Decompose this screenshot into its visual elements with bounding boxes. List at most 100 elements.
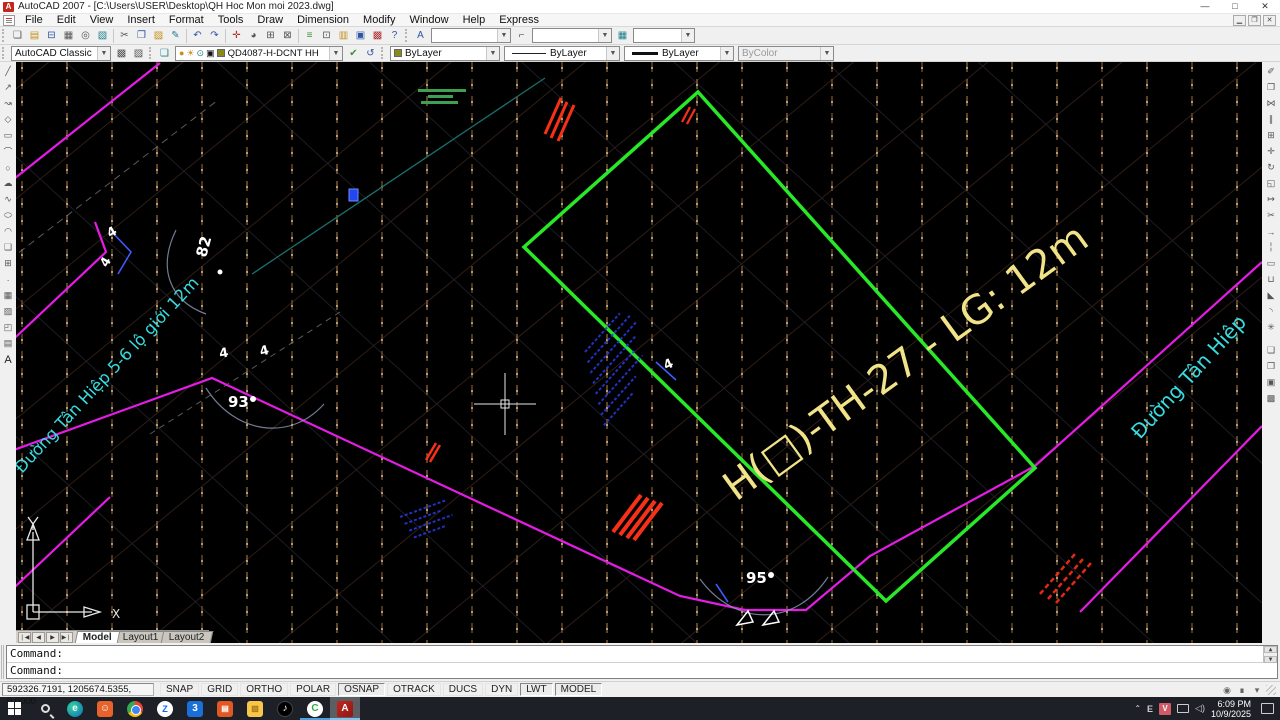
send-to-back-icon[interactable]: ❒ [1264, 359, 1279, 374]
toggle-lwt[interactable]: LWT [520, 683, 552, 696]
child-close-button[interactable]: ✕ [1263, 15, 1276, 26]
command-grip[interactable] [1, 645, 5, 679]
explode-icon[interactable]: ✳ [1264, 320, 1279, 335]
minimize-button[interactable]: — [1190, 0, 1220, 13]
zoom-previous-icon[interactable]: ⊠ [279, 28, 296, 44]
ellipse-arc-icon[interactable]: ◠ [1, 224, 16, 239]
fillet-icon[interactable]: ◝ [1264, 304, 1279, 319]
layer-properties-icon[interactable]: ❏ [156, 45, 173, 61]
text-style-combo[interactable]: ▼ [431, 28, 511, 43]
road-right-label[interactable]: Đường Tân Hiệp [1126, 310, 1251, 443]
tab-first-icon[interactable]: ❘◀ [18, 632, 31, 643]
action-center-icon[interactable] [1261, 703, 1274, 714]
insert-block-icon[interactable]: ❑ [1, 240, 16, 255]
table-style-icon[interactable]: ▦ [614, 28, 631, 44]
taskbar-files[interactable]: ▨ [240, 697, 270, 720]
erase-icon[interactable]: ✐ [1264, 64, 1279, 79]
taskbar-clock[interactable]: 6:09 PM 10/9/2025 [1211, 699, 1251, 719]
join-icon[interactable]: ⊔ [1264, 272, 1279, 287]
array-icon[interactable]: ⊞ [1264, 128, 1279, 143]
status-menu-icon[interactable]: ▾ [1251, 684, 1263, 696]
pan-icon[interactable]: ✛ [228, 28, 245, 44]
zoom-window-icon[interactable]: ⊞ [262, 28, 279, 44]
menu-express[interactable]: Express [492, 14, 546, 27]
match-properties-icon[interactable]: ✎ [167, 28, 184, 44]
bring-above-icon[interactable]: ▣ [1264, 375, 1279, 390]
spline-icon[interactable]: ∿ [1, 192, 16, 207]
child-minimize-button[interactable]: ▁ [1233, 15, 1246, 26]
arc-icon[interactable]: ⌒ [1, 144, 16, 159]
publish-icon[interactable]: ▧ [94, 28, 111, 44]
tray-expand-icon[interactable]: ⌃ [1134, 704, 1141, 713]
polygon-icon[interactable]: ◇ [1, 112, 16, 127]
tab-next-icon[interactable]: ▶ [46, 632, 59, 643]
plot-icon[interactable]: ▦ [60, 28, 77, 44]
scale-icon[interactable]: ◱ [1264, 176, 1279, 191]
help-icon[interactable]: ? [386, 28, 403, 44]
taskbar-edge[interactable]: e [60, 697, 90, 720]
rotate-icon[interactable]: ↻ [1264, 160, 1279, 175]
break-icon[interactable]: ▭ [1264, 256, 1279, 271]
toggle-model[interactable]: MODEL [555, 683, 603, 696]
table-icon[interactable]: ▤ [1, 336, 16, 351]
open-icon[interactable]: ▤ [26, 28, 43, 44]
stretch-icon[interactable]: ↦ [1264, 192, 1279, 207]
move-icon[interactable]: ✛ [1264, 144, 1279, 159]
menu-window[interactable]: Window [402, 14, 455, 27]
break-point-icon[interactable]: ╎ [1264, 240, 1279, 255]
make-layer-current-icon[interactable]: ✔ [345, 45, 362, 61]
menu-insert[interactable]: Insert [120, 14, 162, 27]
extend-icon[interactable]: → [1264, 224, 1279, 239]
new-icon[interactable]: ❏ [9, 28, 26, 44]
toggle-ducs[interactable]: DUCS [443, 683, 483, 696]
revision-cloud-icon[interactable]: ☁ [1, 176, 16, 191]
toggle-dyn[interactable]: DYN [485, 683, 518, 696]
tab-layout1[interactable]: Layout1 [115, 631, 167, 643]
color-combo[interactable]: ByLayer▼ [390, 46, 500, 61]
designcenter-icon[interactable]: ⊡ [318, 28, 335, 44]
multiline-text-icon[interactable]: A [1, 352, 16, 367]
taskbar-chrome[interactable] [120, 697, 150, 720]
line-icon[interactable]: ╱ [1, 64, 16, 79]
communication-center-icon[interactable]: ◉ [1221, 684, 1233, 696]
copy-object-icon[interactable]: ❐ [1264, 80, 1279, 95]
menu-dimension[interactable]: Dimension [290, 14, 356, 27]
tab-last-icon[interactable]: ▶❘ [60, 632, 73, 643]
tray-display-icon[interactable] [1177, 704, 1189, 713]
maximize-button[interactable]: □ [1220, 0, 1250, 13]
menu-format[interactable]: Format [162, 14, 211, 27]
properties-icon[interactable]: ≡ [301, 28, 318, 44]
taskbar-app3[interactable]: 3 [180, 697, 210, 720]
region-icon[interactable]: ◰ [1, 320, 16, 335]
rectangle-icon[interactable]: ▭ [1, 128, 16, 143]
taskbar-coccoc[interactable]: C [300, 697, 330, 720]
lineweight-combo[interactable]: ByLayer▼ [624, 46, 734, 61]
menu-draw[interactable]: Draw [250, 14, 290, 27]
table-style-combo[interactable]: ▼ [633, 28, 695, 43]
tab-model[interactable]: Model [75, 631, 120, 643]
circle-icon[interactable]: ○ [1, 160, 16, 175]
chamfer-icon[interactable]: ◣ [1264, 288, 1279, 303]
tray-e-icon[interactable]: E [1147, 704, 1153, 714]
start-button[interactable] [0, 697, 30, 720]
gradient-icon[interactable]: ▨ [1, 304, 16, 319]
close-button[interactable]: ✕ [1250, 0, 1280, 13]
workspace-settings-icon[interactable]: ▩ [113, 45, 130, 61]
drawing-canvas[interactable]: H(□)-TH-27 - LG: 12m Đường Tân Hiệp 5-6 … [16, 62, 1262, 643]
layer-combo[interactable]: ● ☀ ⊙ ▣ QD4087-H-DCNT HH ▼ [175, 46, 343, 61]
cut-icon[interactable]: ✂ [116, 28, 133, 44]
toggle-ortho[interactable]: ORTHO [240, 683, 288, 696]
polyline-icon[interactable]: ↝ [1, 96, 16, 111]
layer-previous-icon[interactable]: ↺ [362, 45, 379, 61]
zoom-realtime-icon[interactable]: ◕ [245, 28, 262, 44]
tray-speaker-icon[interactable]: ◁) [1195, 703, 1205, 714]
parcel-label[interactable]: H(□)-TH-27 - LG: 12m [715, 215, 1097, 510]
command-scrollbar[interactable]: ▲▼ [1263, 646, 1277, 663]
ellipse-icon[interactable]: ⬭ [1, 208, 16, 223]
taskbar-autocad[interactable]: A [330, 697, 360, 720]
toggle-snap[interactable]: SNAP [160, 683, 199, 696]
toggle-polar[interactable]: POLAR [290, 683, 336, 696]
markup-icon[interactable]: ▩ [369, 28, 386, 44]
make-block-icon[interactable]: ⊞ [1, 256, 16, 271]
tab-layout2[interactable]: Layout2 [161, 631, 213, 643]
